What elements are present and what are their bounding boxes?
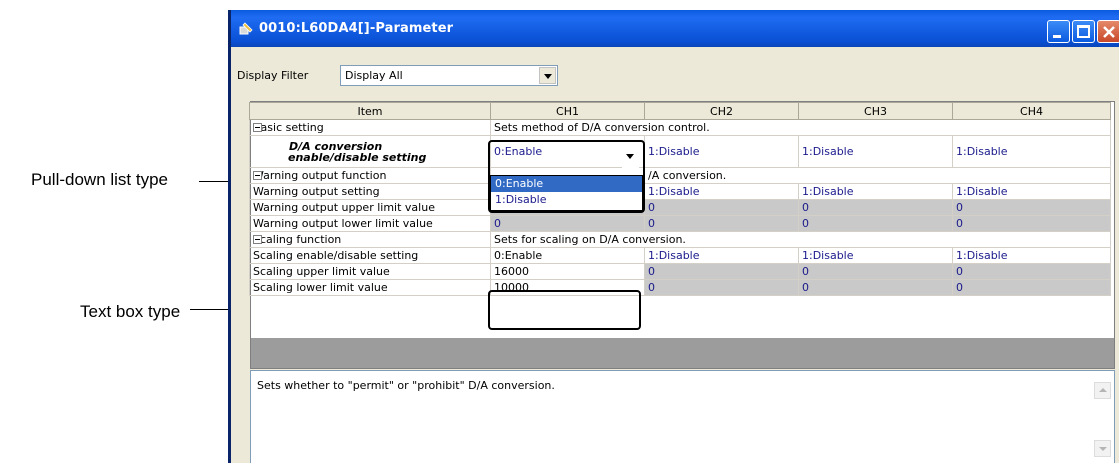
warning-lower-ch2: 0 — [644, 215, 799, 232]
warning-setting-ch4[interactable]: 1:Disable — [952, 183, 1111, 200]
maximize-button[interactable] — [1072, 20, 1095, 43]
description-text: Sets whether to "permit" or "prohibit" D… — [257, 379, 555, 392]
scaling-enable-ch4[interactable]: 1:Disable — [952, 247, 1111, 264]
collapse-icon[interactable] — [253, 235, 262, 244]
column-header-ch1[interactable]: CH1 — [490, 102, 645, 120]
da-conversion-label: D/A conversion enable/disable setting — [249, 135, 491, 168]
scaling-upper-ch3: 0 — [798, 263, 953, 280]
scaling-lower-limit-label: Scaling lower limit value — [249, 279, 491, 296]
warning-upper-limit-label: Warning output upper limit value — [249, 199, 491, 216]
close-button[interactable] — [1097, 20, 1119, 43]
chevron-down-icon — [544, 74, 552, 79]
column-header-item[interactable]: Item — [249, 102, 491, 120]
table-row: Scaling enable/disable setting 0:Enable … — [249, 247, 1111, 264]
close-icon — [1103, 26, 1115, 38]
da-conversion-label-line1: D/A conversion — [289, 139, 383, 153]
group-label: Scaling function — [253, 233, 342, 246]
scroll-down-button[interactable] — [1094, 440, 1111, 457]
textbox-highlight-box — [488, 290, 641, 330]
minimize-button[interactable] — [1047, 20, 1070, 43]
minimize-icon — [1053, 35, 1061, 38]
table-row: Scaling upper limit value 16000 0 0 0 — [249, 263, 1111, 280]
group-basic-setting[interactable]: Basic setting — [249, 119, 491, 136]
table-row: Warning output lower limit value 0 0 0 0 — [249, 215, 1111, 232]
scaling-upper-ch4: 0 — [952, 263, 1111, 280]
column-header-ch3[interactable]: CH3 — [798, 102, 953, 120]
display-filter-dropdown-button[interactable] — [539, 67, 556, 84]
table-row: Scaling lower limit value 10000 0 0 0 — [249, 279, 1111, 296]
table-row: Warning output setting 1:Disable 1:Disab… — [249, 183, 1111, 200]
window-title: 0010:L60DA4[]-Parameter — [259, 21, 454, 36]
display-filter-label: Display Filter — [237, 69, 309, 82]
table-header-row: Item CH1 CH2 CH3 CH4 — [249, 102, 1111, 120]
group-label: Basic setting — [253, 121, 324, 134]
group-row-warning-output: Warning output function /A conversion. — [249, 167, 1111, 184]
warning-lower-ch1: 0 — [490, 215, 645, 232]
da-ch4-select[interactable]: 1:Disable — [952, 135, 1111, 168]
display-filter-select[interactable]: Display All — [340, 65, 558, 86]
pulldown-highlight-box — [488, 140, 645, 213]
warning-lower-ch4: 0 — [952, 215, 1111, 232]
pulldown-callout-label: Pull-down list type — [31, 170, 169, 189]
scaling-enable-ch2[interactable]: 1:Disable — [644, 247, 799, 264]
column-header-ch2[interactable]: CH2 — [644, 102, 799, 120]
group-warning-output[interactable]: Warning output function — [249, 167, 491, 184]
description-area: Sets whether to "permit" or "prohibit" D… — [250, 370, 1115, 463]
textbox-callout-label: Text box type — [80, 302, 181, 321]
collapse-icon[interactable] — [253, 123, 262, 132]
warning-output-setting-label: Warning output setting — [249, 183, 491, 200]
scroll-up-button[interactable] — [1094, 382, 1111, 399]
parameter-icon — [239, 22, 253, 35]
warning-upper-ch4: 0 — [952, 199, 1111, 216]
group-description: Sets method of D/A conversion control. — [490, 119, 1111, 136]
grid-empty-area — [250, 338, 1115, 369]
warning-upper-ch2: 0 — [644, 199, 799, 216]
display-filter-value: Display All — [345, 69, 403, 82]
group-scaling-function[interactable]: Scaling function — [249, 231, 491, 248]
da-ch2-select[interactable]: 1:Disable — [644, 135, 799, 168]
warning-lower-limit-label: Warning output lower limit value — [249, 215, 491, 232]
warning-setting-ch2[interactable]: 1:Disable — [644, 183, 799, 200]
group-description: Sets for scaling on D/A conversion. — [490, 231, 1111, 248]
group-label: Warning output function — [253, 169, 387, 182]
table-row: Warning output upper limit value 0 0 0 0 — [249, 199, 1111, 216]
scaling-lower-ch2: 0 — [644, 279, 799, 296]
scaling-enable-ch3[interactable]: 1:Disable — [798, 247, 953, 264]
warning-upper-ch3: 0 — [798, 199, 953, 216]
scaling-enable-ch1[interactable]: 0:Enable — [490, 247, 645, 264]
warning-setting-ch3[interactable]: 1:Disable — [798, 183, 953, 200]
scaling-upper-ch2: 0 — [644, 263, 799, 280]
scaling-lower-ch3: 0 — [798, 279, 953, 296]
da-conversion-label-line2: enable/disable setting — [288, 150, 427, 164]
collapse-icon[interactable] — [253, 171, 262, 180]
scaling-upper-limit-label: Scaling upper limit value — [249, 263, 491, 280]
da-ch3-select[interactable]: 1:Disable — [798, 135, 953, 168]
column-header-ch4[interactable]: CH4 — [952, 102, 1111, 120]
warning-lower-ch3: 0 — [798, 215, 953, 232]
title-bar[interactable]: 0010:L60DA4[]-Parameter — [231, 10, 1119, 47]
scaling-lower-ch4: 0 — [952, 279, 1111, 296]
maximize-icon — [1077, 25, 1090, 38]
table-row-da-conversion: D/A conversion enable/disable setting 0:… — [249, 135, 1111, 168]
scaling-upper-ch1-input[interactable]: 16000 — [490, 263, 645, 280]
parameter-table: Item CH1 CH2 CH3 CH4 Basic setting Sets … — [249, 102, 1111, 296]
group-row-scaling-function: Scaling function Sets for scaling on D/A… — [249, 231, 1111, 248]
scaling-enable-label: Scaling enable/disable setting — [249, 247, 491, 264]
group-row-basic-setting: Basic setting Sets method of D/A convers… — [249, 119, 1111, 136]
